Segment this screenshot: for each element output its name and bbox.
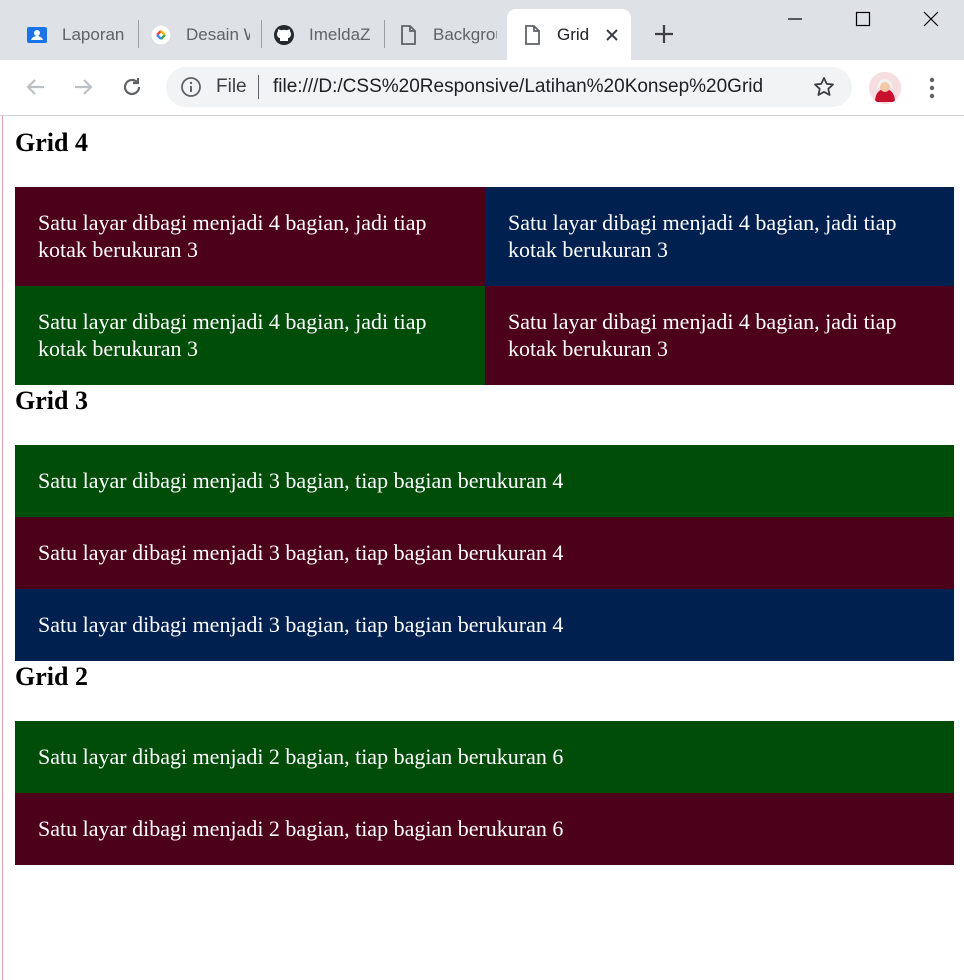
grid4-box-4: Satu layar dibagi menjadi 4 bagian, jadi… xyxy=(485,286,954,385)
tab-label: ImeldaZ xyxy=(309,24,371,44)
tab-separator xyxy=(261,20,262,48)
tab-label: Backgrou xyxy=(433,24,497,44)
scheme-label: File xyxy=(216,76,247,97)
reload-icon xyxy=(123,78,141,96)
tab-background[interactable]: Backgrou xyxy=(397,9,497,60)
arrow-right-icon xyxy=(75,79,93,95)
back-button[interactable] xyxy=(21,72,51,102)
minimize-icon xyxy=(788,18,802,20)
section-title-grid-4: Grid 4 xyxy=(15,128,88,157)
grid2-box-2: Satu layar dibagi menjadi 2 bagian, tiap… xyxy=(15,793,954,865)
omnibox-divider xyxy=(258,75,259,99)
grid3-box-3: Satu layar dibagi menjadi 3 bagian, tiap… xyxy=(15,589,954,661)
section-title-grid-2: Grid 2 xyxy=(15,662,88,691)
browser-toolbar: File file:///D:/CSS%20Responsive/Latihan… xyxy=(0,60,964,116)
tab-label: Laporan xyxy=(62,24,125,44)
tab-label: Desain W xyxy=(186,24,250,44)
tab-laporan[interactable]: Laporan xyxy=(26,9,126,60)
url-text[interactable]: file:///D:/CSS%20Responsive/Latihan%20Ko… xyxy=(273,76,793,98)
tab-strip: Laporan Desain W ImeldaZ Backgrou Grid xyxy=(0,0,964,60)
tab-separator xyxy=(138,20,139,48)
forward-button[interactable] xyxy=(68,72,98,102)
close-icon xyxy=(923,11,939,27)
reload-button[interactable] xyxy=(117,72,147,102)
grid4-box-3: Satu layar dibagi menjadi 4 bagian, jadi… xyxy=(15,286,485,385)
plus-icon xyxy=(655,25,673,43)
grid4-box-2: Satu layar dibagi menjadi 4 bagian, jadi… xyxy=(485,187,954,286)
tab-grid[interactable]: Grid xyxy=(507,9,631,60)
page-edge-line xyxy=(2,0,3,980)
github-icon xyxy=(273,24,295,46)
profile-avatar[interactable] xyxy=(869,72,901,104)
tab-separator xyxy=(384,20,385,48)
google-design-icon xyxy=(150,24,172,46)
user-card-icon xyxy=(26,24,48,46)
grid3-box-2: Satu layar dibagi menjadi 3 bagian, tiap… xyxy=(15,517,954,589)
minimize-button[interactable] xyxy=(775,6,815,32)
grid3-box-1: Satu layar dibagi menjadi 3 bagian, tiap… xyxy=(15,445,954,517)
close-tab-icon[interactable] xyxy=(603,26,621,44)
tab-github[interactable]: ImeldaZ xyxy=(273,9,373,60)
address-bar[interactable]: File file:///D:/CSS%20Responsive/Latihan… xyxy=(166,67,852,107)
tab-desain[interactable]: Desain W xyxy=(150,9,250,60)
file-icon xyxy=(397,24,419,46)
close-window-button[interactable] xyxy=(911,6,951,32)
info-icon[interactable] xyxy=(180,76,202,98)
section-title-grid-3: Grid 3 xyxy=(15,386,88,415)
maximize-button[interactable] xyxy=(843,6,883,32)
new-tab-button[interactable] xyxy=(650,20,678,48)
arrow-left-icon xyxy=(26,79,44,95)
maximize-icon xyxy=(855,11,871,27)
grid4-box-1: Satu layar dibagi menjadi 4 bagian, jadi… xyxy=(15,187,485,286)
tab-label: Grid xyxy=(557,24,590,44)
grid2-box-1: Satu layar dibagi menjadi 2 bagian, tiap… xyxy=(15,721,954,793)
file-icon xyxy=(521,24,543,46)
more-vert-icon[interactable] xyxy=(922,74,942,102)
bookmark-star-icon[interactable] xyxy=(812,75,836,99)
